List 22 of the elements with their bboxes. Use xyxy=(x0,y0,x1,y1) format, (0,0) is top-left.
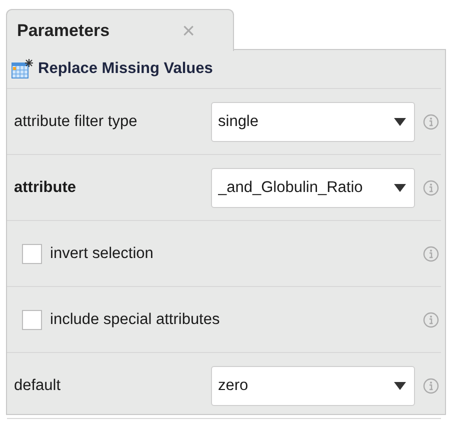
info-icon[interactable] xyxy=(423,180,439,196)
tab-title: Parameters xyxy=(17,20,111,40)
info-icon[interactable] xyxy=(423,312,439,328)
parameters-tab[interactable]: Parameters × xyxy=(6,9,234,51)
parameter-label: attribute xyxy=(14,178,77,196)
checkbox[interactable] xyxy=(22,244,42,264)
dropdown-arrow-icon xyxy=(394,382,406,390)
checkbox-label[interactable]: invert selection xyxy=(50,244,423,262)
info-icon[interactable] xyxy=(423,378,439,394)
parameter-label: attribute filter type xyxy=(14,112,138,130)
info-icon[interactable] xyxy=(423,246,439,262)
checkbox[interactable] xyxy=(22,310,42,330)
dropdown-arrow-icon xyxy=(394,184,406,192)
dropdown[interactable]: single xyxy=(211,102,415,142)
table-icon xyxy=(11,59,33,79)
checkbox-label[interactable]: include special attributes xyxy=(50,310,423,328)
dropdown[interactable]: _and_Globulin_Ratio xyxy=(211,168,415,208)
dropdown-arrow-icon xyxy=(394,118,406,126)
parameter-label: default xyxy=(14,376,62,394)
info-icon[interactable] xyxy=(423,114,439,130)
dropdown[interactable]: zero xyxy=(211,366,415,406)
operator-title: Replace Missing Values xyxy=(38,60,213,78)
